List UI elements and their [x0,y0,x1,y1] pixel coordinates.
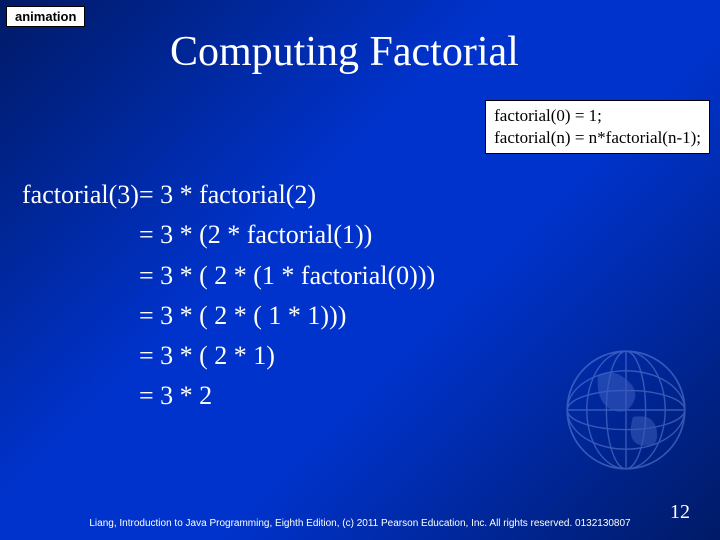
derivation-step: = 3 * ( 2 * (1 * factorial(0))) [139,256,435,296]
definition-line-1: factorial(0) = 1; [494,105,701,127]
derivation-lhs: factorial(3) [22,175,139,215]
definition-line-2: factorial(n) = n*factorial(n-1); [494,127,701,149]
derivation-steps: = 3 * factorial(2) = 3 * (2 * factorial(… [139,175,435,417]
footer-text: Liang, Introduction to Java Programming,… [0,518,720,530]
derivation-step: = 3 * ( 2 * 1) [139,336,435,376]
derivation-step: = 3 * (2 * factorial(1)) [139,215,435,255]
animation-label: animation [6,6,85,27]
slide-title: Computing Factorial [170,28,519,76]
derivation-step: = 3 * ( 2 * ( 1 * 1))) [139,296,435,336]
page-number: 12 [670,501,690,524]
globe-icon [556,340,696,480]
derivation-block: factorial(3) = 3 * factorial(2) = 3 * (2… [22,175,435,417]
derivation-step: = 3 * factorial(2) [139,175,435,215]
definition-box: factorial(0) = 1; factorial(n) = n*facto… [485,100,710,154]
derivation-step: = 3 * 2 [139,376,435,416]
